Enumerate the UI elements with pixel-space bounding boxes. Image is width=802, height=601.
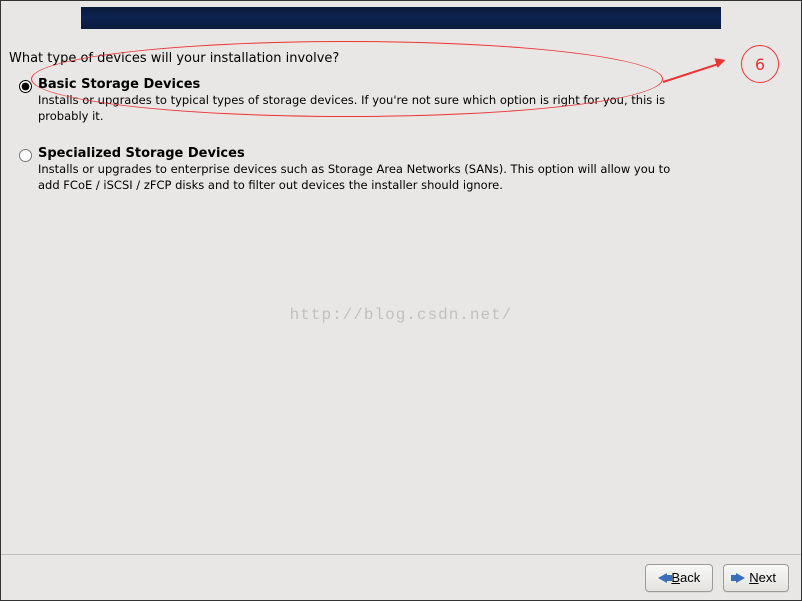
annotation-step-number: 6 — [755, 55, 765, 74]
back-button-label: Back — [671, 570, 700, 585]
page-title: What type of devices will your installat… — [9, 51, 339, 66]
next-button-label: Next — [749, 570, 776, 585]
footer: Back Next — [1, 554, 801, 600]
back-button[interactable]: Back — [645, 564, 713, 592]
storage-options-group: Basic Storage Devices Installs or upgrad… — [19, 77, 761, 215]
option-basic-title: Basic Storage Devices — [38, 77, 678, 92]
option-specialized-storage[interactable]: Specialized Storage Devices Installs or … — [19, 146, 761, 193]
next-button[interactable]: Next — [723, 564, 789, 592]
option-specialized-desc: Installs or upgrades to enterprise devic… — [38, 162, 678, 193]
option-specialized-title: Specialized Storage Devices — [38, 146, 678, 161]
arrow-right-icon — [736, 573, 745, 583]
arrow-left-icon — [658, 573, 667, 583]
option-basic-storage[interactable]: Basic Storage Devices Installs or upgrad… — [19, 77, 761, 124]
option-basic-desc: Installs or upgrades to typical types of… — [38, 93, 678, 124]
annotation-arrow-head — [714, 55, 727, 68]
watermark-url: http://blog.csdn.net/ — [1, 306, 801, 324]
radio-specialized-storage[interactable] — [19, 149, 32, 162]
radio-basic-storage[interactable] — [19, 80, 32, 93]
header-band — [81, 7, 721, 29]
